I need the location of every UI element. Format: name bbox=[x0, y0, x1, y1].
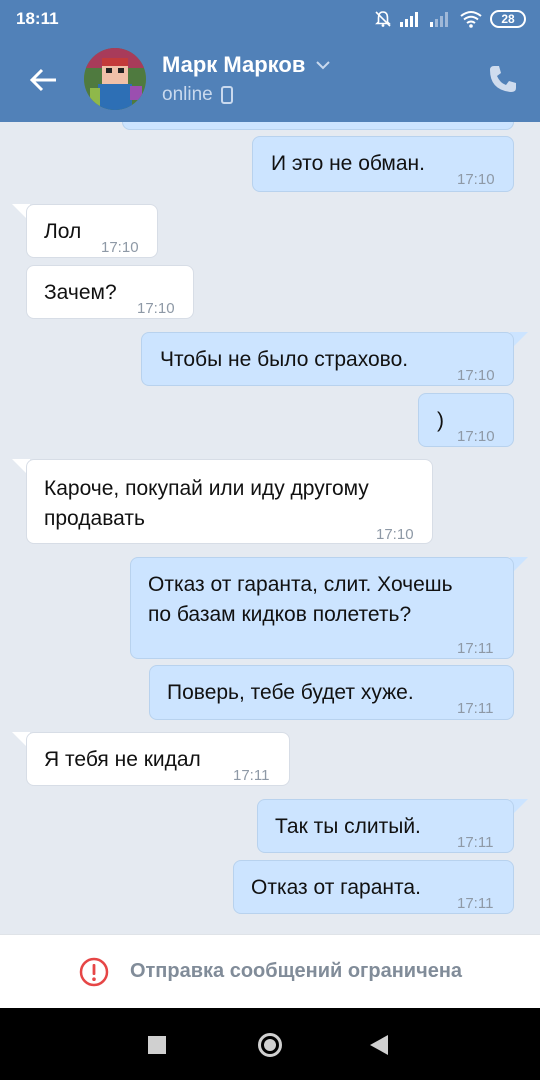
chevron-down-icon bbox=[316, 61, 331, 70]
status-time: 18:11 bbox=[16, 9, 59, 28]
message-bubble-out[interactable]: Так ты слитый. 17:11 bbox=[257, 799, 514, 853]
message-bubble-in[interactable]: Кароче, покупай или иду другому продават… bbox=[26, 459, 433, 544]
status-text: online bbox=[162, 84, 213, 105]
message-time: 17:11 bbox=[457, 700, 494, 717]
recents-square-icon[interactable] bbox=[148, 1036, 166, 1054]
message-time: 17:11 bbox=[457, 895, 494, 912]
message-bubble-out[interactable]: Поверь, тебе будет хуже. 17:11 bbox=[149, 665, 514, 720]
message-time: 17:10 bbox=[376, 526, 414, 543]
battery-level: 28 bbox=[501, 12, 515, 26]
message-time: 17:11 bbox=[457, 834, 494, 851]
message-bubble-out[interactable]: Чтобы не было страхово. 17:10 bbox=[141, 332, 514, 386]
message-text: ) bbox=[437, 409, 444, 432]
message-time: 17:10 bbox=[137, 300, 175, 317]
message-bubble-in[interactable]: Зачем? 17:10 bbox=[26, 265, 194, 319]
message-time: 17:10 bbox=[457, 428, 495, 445]
message-bubble-out[interactable]: ) 17:10 bbox=[418, 393, 514, 447]
message-text-line: Отказ от гаранта, слит. Хочешь bbox=[148, 573, 453, 596]
message-list: И это не обман. 17:10 Лол 17:10 Зачем? 1… bbox=[0, 122, 540, 934]
battery-icon: 28 bbox=[490, 10, 526, 28]
home-circle-icon[interactable] bbox=[257, 1032, 283, 1058]
message-text: Отказ от гаранта. bbox=[251, 876, 421, 899]
chat-header: Марк Марков online bbox=[0, 38, 540, 122]
restriction-text: Отправка сообщений ограничена bbox=[129, 960, 463, 982]
back-triangle-icon[interactable] bbox=[370, 1035, 388, 1055]
status-icons: 28 bbox=[374, 8, 526, 30]
message-text: И это не обман. bbox=[271, 152, 425, 175]
wifi-icon bbox=[460, 11, 482, 28]
message-text: Чтобы не было страхово. bbox=[160, 348, 409, 371]
system-navigation-bar bbox=[0, 1008, 540, 1080]
message-text: Зачем? bbox=[44, 281, 117, 304]
avatar-image bbox=[84, 48, 146, 110]
message-text-line: по базам кидков полететь? bbox=[148, 603, 412, 626]
message-text: Так ты слитый. bbox=[275, 815, 421, 838]
message-bubble-in[interactable]: Лол 17:10 bbox=[26, 204, 158, 258]
message-bubble-partial[interactable] bbox=[122, 122, 514, 130]
message-text: Поверь, тебе будет хуже. bbox=[167, 681, 414, 704]
signal-icon bbox=[400, 12, 418, 27]
message-text: Я тебя не кидал bbox=[44, 748, 201, 771]
message-text-line: Кароче, покупай или иду другому bbox=[44, 477, 369, 500]
message-bubble-out[interactable]: Отказ от гаранта, слит. Хочешь по базам … bbox=[130, 557, 514, 659]
phone-call-icon[interactable] bbox=[486, 62, 520, 96]
contact-name: Марк Марков bbox=[162, 52, 306, 77]
message-bubble-out[interactable]: И это не обман. 17:10 bbox=[252, 136, 514, 192]
back-arrow-icon[interactable] bbox=[28, 64, 60, 96]
message-time: 17:11 bbox=[233, 767, 270, 784]
status-bar: 18:11 28 bbox=[0, 0, 540, 38]
message-time: 17:10 bbox=[457, 367, 495, 384]
signal-weak-icon bbox=[430, 12, 448, 27]
warning-icon bbox=[79, 957, 109, 986]
message-text-line: продавать bbox=[44, 507, 145, 530]
mobile-device-icon bbox=[220, 86, 233, 104]
message-time: 17:10 bbox=[457, 171, 495, 188]
messaging-restricted-banner: Отправка сообщений ограничена bbox=[0, 934, 540, 1008]
message-bubble-in[interactable]: Я тебя не кидал 17:11 bbox=[26, 732, 290, 786]
message-text: Лол bbox=[44, 220, 82, 243]
message-bubble-out[interactable]: Отказ от гаранта. 17:11 bbox=[233, 860, 514, 914]
message-time: 17:10 bbox=[101, 239, 139, 256]
message-time: 17:11 bbox=[457, 640, 494, 657]
bell-off-icon bbox=[375, 11, 391, 27]
contact-title[interactable]: Марк Марков bbox=[162, 52, 331, 78]
avatar[interactable] bbox=[84, 48, 146, 110]
contact-status: online bbox=[162, 84, 233, 106]
